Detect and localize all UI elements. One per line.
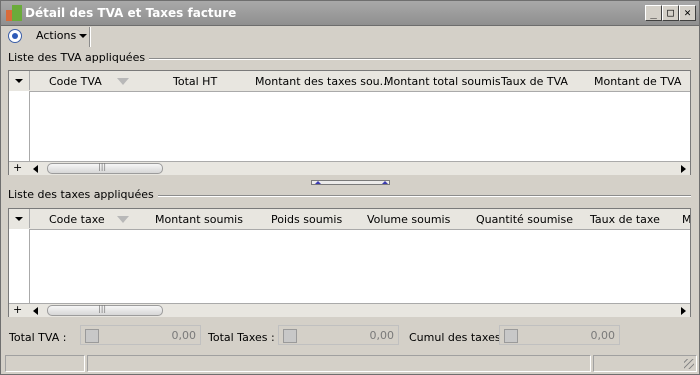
total-tva-label: Total TVA : (9, 331, 67, 344)
scroll-thumb[interactable] (47, 304, 163, 316)
status-cell (593, 355, 697, 372)
toolbar: Actions (1, 26, 699, 48)
tva-table: Code TVA Total HT Montant des taxes sou.… (8, 70, 691, 175)
tva-section-label: Liste des TVA appliquées (8, 51, 150, 64)
status-cell (5, 355, 85, 372)
sort-icon[interactable] (117, 78, 129, 85)
toolbar-separator (89, 27, 91, 47)
cumul-taxes-field: 0,00 (499, 325, 620, 345)
close-button[interactable]: ✕ (679, 5, 696, 21)
taxes-col-code[interactable]: Code taxe (49, 213, 105, 226)
window-title: Détail des TVA et Taxes facture (25, 6, 237, 20)
taxes-table-header: Code taxe Montant soumis Poids soumis Vo… (9, 209, 690, 230)
total-taxes-field: 0,00 (278, 325, 399, 345)
scroll-right-icon[interactable] (681, 307, 686, 315)
tva-col-taux[interactable]: Taux de TVA (501, 75, 568, 88)
cumul-taxes-label: Cumul des taxes : (409, 331, 508, 344)
scroll-right-icon[interactable] (681, 165, 686, 173)
total-tva-field: 0,00 (80, 325, 201, 345)
total-taxes-value: 0,00 (369, 329, 395, 342)
taxes-col-taux[interactable]: Taux de taxe (590, 213, 660, 226)
status-cell (87, 355, 591, 372)
maximize-button[interactable]: □ (662, 5, 679, 21)
tva-col-montant-total[interactable]: Montant total soumis (384, 75, 501, 88)
tva-col-montant-tva[interactable]: Montant de TVA (594, 75, 681, 88)
field-checkbox (283, 329, 297, 343)
taxes-col-montant-soumis[interactable]: Montant soumis (155, 213, 243, 226)
total-taxes-label: Total Taxes : (208, 331, 275, 344)
tva-table-header: Code TVA Total HT Montant des taxes sou.… (9, 71, 690, 92)
row-gutter (9, 91, 30, 161)
taxes-table: Code taxe Montant soumis Poids soumis Vo… (8, 208, 691, 317)
title-bar[interactable]: Détail des TVA et Taxes facture _ □ ✕ (1, 1, 699, 26)
taxes-col-poids[interactable]: Poids soumis (271, 213, 342, 226)
actions-menu-button[interactable]: Actions (33, 29, 90, 45)
tva-col-code[interactable]: Code TVA (49, 75, 102, 88)
app-icon (6, 5, 22, 21)
radio-icon[interactable] (8, 29, 22, 43)
scroll-left-icon[interactable] (33, 165, 38, 173)
taxes-col-truncated[interactable]: M (682, 213, 690, 226)
field-checkbox (504, 329, 518, 343)
taxes-table-scrollbar[interactable]: + (9, 303, 690, 317)
taxes-col-volume[interactable]: Volume soumis (367, 213, 450, 226)
window: Détail des TVA et Taxes facture _ □ ✕ Ac… (0, 0, 700, 375)
tva-table-scrollbar[interactable]: + (9, 161, 690, 175)
taxes-col-quantite[interactable]: Quantité soumise (476, 213, 573, 226)
taxes-section-label: Liste des taxes appliquées (8, 188, 158, 201)
add-row-button[interactable]: + (13, 162, 22, 174)
tva-col-total-ht[interactable]: Total HT (173, 75, 217, 88)
column-menu-button[interactable] (9, 209, 30, 228)
sort-icon[interactable] (117, 216, 129, 223)
actions-label: Actions (36, 29, 77, 42)
chevron-down-icon (79, 34, 88, 38)
pane-splitter[interactable] (311, 180, 390, 185)
add-row-button[interactable]: + (13, 304, 22, 316)
column-menu-button[interactable] (9, 71, 30, 90)
status-bar (1, 353, 699, 373)
scroll-thumb[interactable] (47, 162, 163, 174)
resize-grip-icon[interactable] (684, 359, 694, 369)
collapse-up-icon[interactable] (382, 181, 388, 184)
collapse-up-icon[interactable] (315, 181, 321, 184)
minimize-button[interactable]: _ (645, 5, 662, 21)
cumul-taxes-value: 0,00 (590, 329, 616, 342)
scroll-left-icon[interactable] (33, 307, 38, 315)
row-gutter (9, 229, 30, 303)
total-tva-value: 0,00 (171, 329, 197, 342)
field-checkbox (85, 329, 99, 343)
tva-col-montant-taxes[interactable]: Montant des taxes sou... (255, 75, 390, 88)
